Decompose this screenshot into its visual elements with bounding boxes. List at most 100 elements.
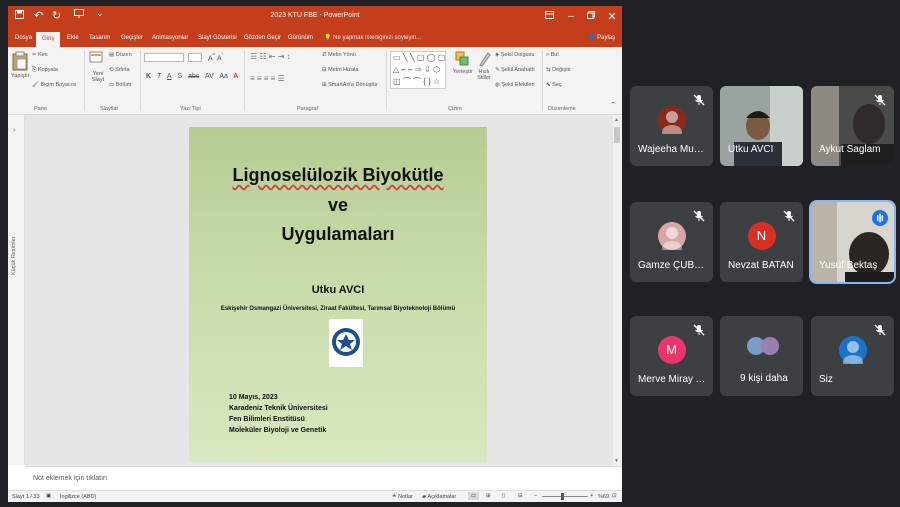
tab-dosya[interactable]: Dosya bbox=[13, 33, 34, 47]
quick-styles-button[interactable]: Hızlı Stiller bbox=[475, 51, 493, 81]
font-color-button[interactable]: A bbox=[233, 73, 238, 80]
tell-me-search[interactable]: 💡 Ne yapmak istediğinizi söyleyin... bbox=[322, 33, 423, 47]
tab-gorunum[interactable]: Görünüm bbox=[286, 33, 315, 47]
participant-tile[interactable]: 9 kişi daha bbox=[720, 316, 803, 396]
section-button[interactable]: ▭ Bölüm bbox=[109, 82, 131, 88]
copy-button[interactable]: ⎘ Kopyala bbox=[32, 67, 58, 74]
section-label: Bölüm bbox=[115, 82, 132, 88]
select-button[interactable]: ⬉ Seç bbox=[546, 82, 562, 88]
tab-animasyonlar[interactable]: Animasyonlar bbox=[150, 33, 190, 47]
slide-author[interactable]: Utku AVCI bbox=[189, 284, 487, 296]
slide-affiliation[interactable]: Eskişehir Osmangazi Üniversitesi, Ziraat… bbox=[189, 306, 487, 312]
tab-slayt-gosterisi[interactable]: Slayt Gösterisi bbox=[196, 33, 239, 47]
fit-to-window-icon[interactable]: ⊡ bbox=[612, 493, 617, 499]
zoom-in-icon[interactable]: + bbox=[590, 493, 593, 499]
text-direction-label: Metin Yönü bbox=[328, 52, 356, 58]
replace-button[interactable]: ⇆ Değiştir bbox=[546, 67, 571, 73]
strikethrough-button[interactable]: abc bbox=[188, 73, 199, 80]
shadow-button[interactable]: S bbox=[177, 73, 182, 80]
scroll-thumb[interactable] bbox=[614, 127, 620, 143]
slide-title-line3[interactable]: Uygulamaları bbox=[189, 224, 487, 245]
alignment-buttons[interactable]: ≡ ≡ ≡ ≡ ☰ bbox=[250, 74, 285, 83]
participant-tile[interactable]: M Merve Miray A... bbox=[630, 316, 713, 396]
clipboard-icon bbox=[12, 51, 28, 71]
zoom-out-icon[interactable]: − bbox=[534, 493, 537, 499]
font-name-box[interactable] bbox=[144, 53, 184, 62]
slide-title-line1[interactable]: Lignoselülozik Biyokütle bbox=[189, 165, 487, 186]
participant-name: Nevzat BATAN bbox=[728, 260, 794, 271]
expand-pane-icon[interactable]: › bbox=[13, 127, 15, 134]
participant-tile[interactable]: Siz bbox=[811, 316, 894, 396]
slide[interactable]: Lignoselülozik Biyokütle ve Uygulamaları… bbox=[189, 127, 487, 462]
italic-button[interactable]: T bbox=[157, 73, 161, 80]
zoom-slider-thumb[interactable] bbox=[561, 493, 564, 500]
underline-button[interactable]: A bbox=[167, 73, 172, 80]
tab-giris[interactable]: Giriş bbox=[36, 32, 61, 47]
tab-tasarim[interactable]: Tasarım bbox=[87, 33, 112, 47]
notes-toggle[interactable]: ≜ Notlar bbox=[392, 494, 413, 500]
shape-effects-button[interactable]: ◍ Şekil Efektleri bbox=[495, 82, 535, 88]
participant-tile[interactable]: Utku AVCI bbox=[720, 86, 803, 166]
restore-icon[interactable] bbox=[582, 9, 600, 25]
bold-button[interactable]: K bbox=[146, 73, 151, 80]
find-button[interactable]: ⌕ Bul bbox=[546, 52, 559, 59]
slide-counter: Slayt 1 / 33 bbox=[12, 494, 40, 500]
screen: ↶ ↻ ⌄ 2023 KTU FBE - PowerPoint – ✕ Dosy… bbox=[0, 0, 900, 507]
arrange-button[interactable]: Yerleştir bbox=[453, 51, 473, 75]
close-icon[interactable]: ✕ bbox=[603, 9, 621, 25]
scroll-up-icon[interactable]: ▲ bbox=[614, 117, 619, 123]
cut-button[interactable]: ✂ Kes bbox=[32, 52, 48, 58]
collapse-ribbon-icon[interactable]: ⌃ bbox=[610, 101, 616, 109]
participant-tile[interactable]: Wajeeha Muna... bbox=[630, 86, 713, 166]
font-size-box[interactable] bbox=[188, 53, 202, 62]
minimize-icon[interactable]: – bbox=[562, 9, 580, 25]
participant-tile[interactable]: N Nevzat BATAN bbox=[720, 202, 803, 282]
smartart-label: SmartArt'a Dönüştür bbox=[328, 82, 378, 88]
group-divider bbox=[542, 51, 543, 111]
tab-gecisler[interactable]: Geçişler bbox=[119, 33, 145, 47]
shapes-gallery[interactable]: ▭ ╲ ╲ ▢ ◯ ▢ △ ⌐ ⌐ ⇨ ⇩ ⬡ ◫ ⌒ ⌒ { } ☆ bbox=[390, 51, 446, 89]
paste-label: Yapıştır bbox=[11, 73, 30, 79]
new-slide-button[interactable]: Yeni Slayt bbox=[88, 51, 104, 83]
participant-tile[interactable]: Yusuf Bektaş bbox=[809, 200, 896, 284]
participant-tile[interactable]: Aykut Saglam bbox=[811, 86, 894, 166]
spelling-icon[interactable]: ▣ bbox=[46, 493, 51, 499]
notes-pane[interactable]: Not eklemek için tıklatın bbox=[25, 466, 622, 490]
slide-editing-area[interactable]: Lignoselülozik Biyokütle ve Uygulamaları… bbox=[25, 115, 613, 466]
change-case-button[interactable]: Aa bbox=[219, 73, 228, 80]
zoom-level[interactable]: %69 bbox=[598, 494, 609, 500]
scroll-down-icon[interactable]: ▼ bbox=[614, 458, 619, 464]
comments-toggle[interactable]: ▰ Açıklamalar bbox=[422, 494, 456, 500]
reading-view-icon[interactable]: ▯ bbox=[502, 493, 505, 499]
tab-gozden-gecir[interactable]: Gözden Geçir bbox=[242, 33, 283, 47]
smartart-button[interactable]: ⊞ SmartArt'a Dönüştür bbox=[322, 82, 378, 88]
share-button[interactable]: 👤 Paylaş bbox=[586, 33, 617, 47]
text-direction-button[interactable]: ⇵ Metin Yönü bbox=[322, 52, 356, 58]
grow-font-icon[interactable]: A^ Aˇ bbox=[208, 53, 224, 62]
slide-footer[interactable]: 10 Mayıs, 2023 Karadeniz Teknik Üniversi… bbox=[229, 392, 328, 436]
participant-tile[interactable]: Gamze ÇUBUK... bbox=[630, 202, 713, 282]
normal-view-icon[interactable]: ▭ bbox=[468, 492, 480, 500]
layout-button[interactable]: ▤ Düzen bbox=[109, 52, 132, 58]
title-bar: ↶ ↻ ⌄ 2023 KTU FBE - PowerPoint – ✕ bbox=[8, 6, 622, 29]
paste-button[interactable]: Yapıştır bbox=[11, 51, 30, 79]
slideshow-icon[interactable]: ⊟ bbox=[518, 493, 523, 499]
shape-fill-button[interactable]: ◈ Şekil Dolgusu bbox=[495, 52, 534, 58]
zoom-slider[interactable] bbox=[542, 496, 588, 497]
align-text-button[interactable]: ⊟ Metni Hizala bbox=[322, 67, 358, 73]
list-buttons[interactable]: ☰ ☷ ⇤ ⇥ ↕ bbox=[250, 52, 291, 61]
format-buttons: K T A S abc AV Aa A bbox=[146, 73, 238, 80]
language-indicator[interactable]: İngilizce (ABD) bbox=[60, 494, 96, 500]
thumbnail-pane-collapsed[interactable]: › Küçük Resimler bbox=[8, 115, 25, 465]
reset-button[interactable]: ⟲ Sıfırla bbox=[109, 67, 130, 73]
participant-name: Gamze ÇUBUK... bbox=[638, 260, 708, 271]
format-painter-button[interactable]: 🖌 Biçim Boyacısı bbox=[32, 82, 77, 88]
spacing-button[interactable]: AV bbox=[205, 73, 214, 80]
participant-name: Merve Miray A... bbox=[638, 374, 708, 385]
tab-ekle[interactable]: Ekle bbox=[65, 33, 81, 47]
ribbon-display-options-icon[interactable] bbox=[540, 9, 558, 25]
slide-sorter-icon[interactable]: ⊞ bbox=[486, 493, 491, 499]
slide-title-line2[interactable]: ve bbox=[189, 195, 487, 216]
shape-outline-button[interactable]: ✎ Şekil Anahattı bbox=[495, 67, 535, 73]
vertical-scrollbar[interactable]: ▲ ▼ bbox=[613, 115, 622, 466]
